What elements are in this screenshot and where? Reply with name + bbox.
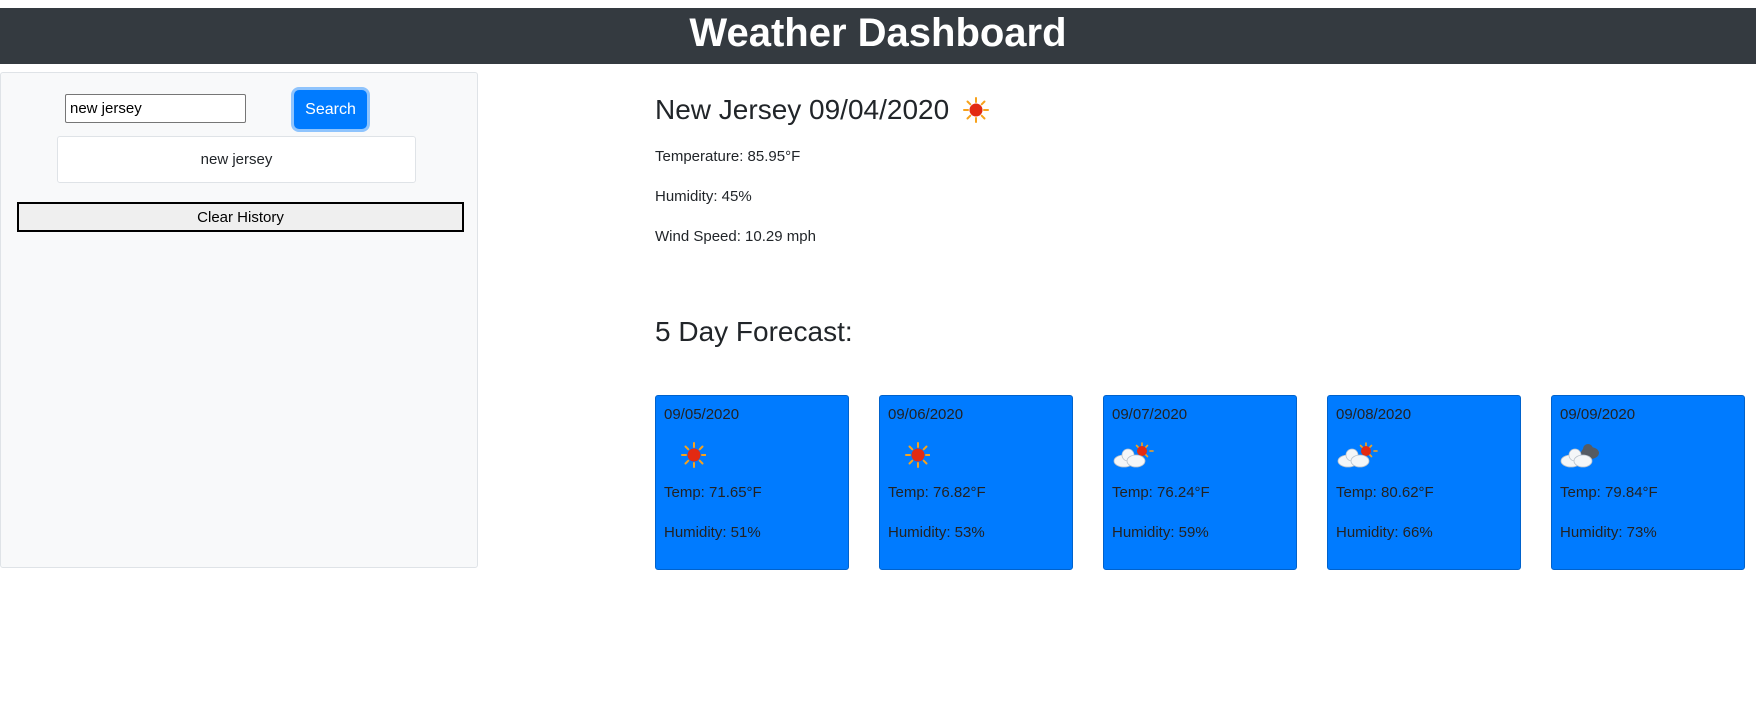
forecast-card: 09/05/2020 Temp: 71.65°F Humidity: 51% [655, 395, 849, 570]
forecast-card: 09/09/2020 Temp: 79.84°F Humidity: 73% [1551, 395, 1745, 570]
page: Weather Dashboard Search new jersey Clea… [0, 0, 1756, 723]
current-temperature: Temperature: 85.95°F [655, 148, 801, 165]
forecast-humidity: Humidity: 51% [664, 524, 761, 541]
forecast-date: 09/05/2020 [664, 406, 740, 423]
forecast-date: 09/06/2020 [888, 406, 964, 423]
search-sidebar: Search new jersey Clear History [0, 72, 478, 568]
forecast-date: 09/09/2020 [1560, 406, 1636, 423]
forecast-humidity: Humidity: 59% [1112, 524, 1209, 541]
forecast-temp: Temp: 76.82°F [888, 484, 986, 501]
history-item[interactable]: new jersey [57, 136, 416, 183]
city-search-input[interactable] [65, 94, 246, 123]
forecast-date: 09/07/2020 [1112, 406, 1188, 423]
forecast-card: 09/07/2020 Temp: 76.24°F Humidity: 59% [1103, 395, 1297, 570]
search-button[interactable]: Search [294, 90, 367, 129]
forecast-temp: Temp: 79.84°F [1560, 484, 1658, 501]
forecast-card: 09/08/2020 Temp: 80.62°F Humidity: 66% [1327, 395, 1521, 570]
forecast-temp: Temp: 71.65°F [664, 484, 762, 501]
current-weather: New Jersey 09/04/2020 Temperature: 85.95… [655, 90, 990, 245]
forecast-humidity: Humidity: 66% [1336, 524, 1433, 541]
forecast-temp: Temp: 80.62°F [1336, 484, 1434, 501]
forecast-card: 09/06/2020 Temp: 76.82°F Humidity: 53% [879, 395, 1073, 570]
sun-icon [681, 442, 706, 468]
forecast-humidity: Humidity: 73% [1560, 524, 1657, 541]
forecast-date: 09/08/2020 [1336, 406, 1412, 423]
forecast-temp: Temp: 76.24°F [1112, 484, 1210, 501]
current-humidity: Humidity: 45% [655, 188, 752, 205]
page-title: Weather Dashboard [689, 11, 1067, 55]
forecast-humidity: Humidity: 53% [888, 524, 985, 541]
page-header: Weather Dashboard [0, 8, 1756, 64]
sun-icon [963, 97, 990, 123]
current-wind-speed: Wind Speed: 10.29 mph [655, 228, 816, 245]
partly-cloudy-icon [1113, 442, 1154, 468]
current-city-date: New Jersey 09/04/2020 [655, 94, 950, 125]
partly-cloudy-icon [1337, 442, 1378, 468]
cloudy-icon [1560, 444, 1599, 468]
search-history-list: new jersey [57, 136, 416, 183]
current-weather-heading: New Jersey 09/04/2020 [655, 90, 990, 130]
sun-icon [905, 442, 930, 468]
clear-history-button[interactable]: Clear History [17, 202, 464, 232]
forecast-title: 5 Day Forecast: [655, 316, 853, 347]
